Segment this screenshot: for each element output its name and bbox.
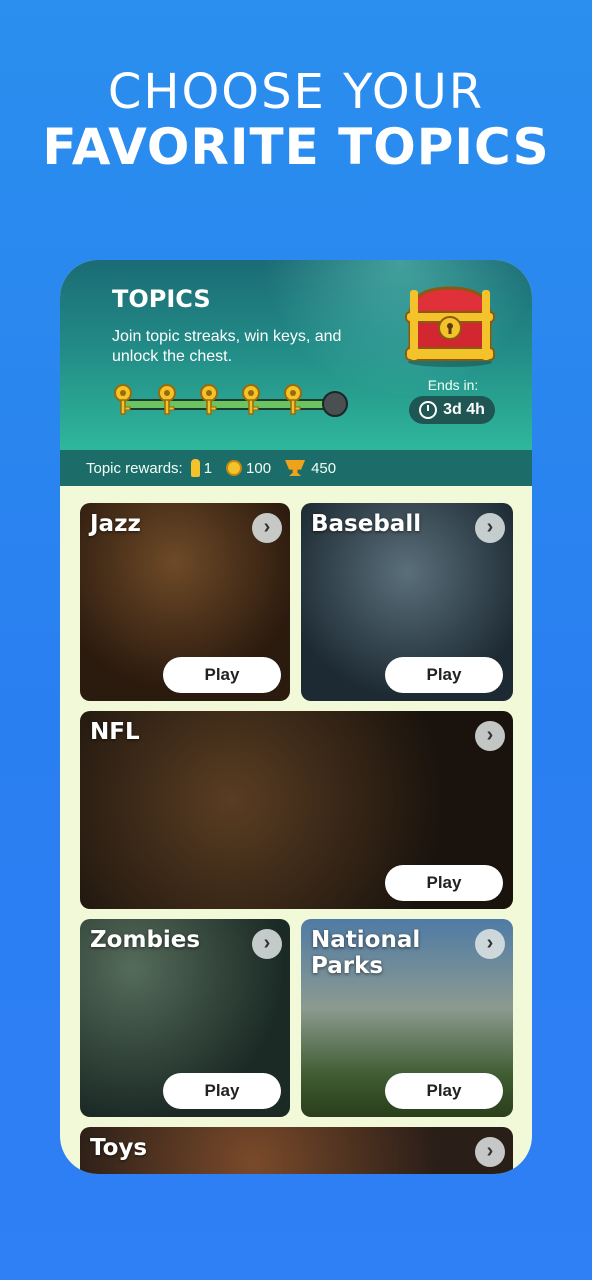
ends-in-label: Ends in: <box>427 377 479 393</box>
key-progress <box>110 384 350 418</box>
chevron-right-icon[interactable]: › <box>252 513 282 543</box>
chevron-right-icon[interactable]: › <box>475 929 505 959</box>
key-icon <box>200 384 218 415</box>
play-button-national-parks[interactable]: Play <box>385 1073 503 1109</box>
trophy-icon <box>285 460 306 476</box>
treasure-chest-icon[interactable] <box>402 282 498 368</box>
countdown-timer: 3d 4h <box>409 396 495 424</box>
play-button-zombies[interactable]: Play <box>163 1073 281 1109</box>
play-button-jazz[interactable]: Play <box>163 657 281 693</box>
topic-name: Jazz <box>90 511 141 537</box>
topic-rewards-bar: Topic rewards: 1 100 450 <box>60 450 532 486</box>
topic-card-baseball[interactable]: Baseball › Play <box>301 503 513 701</box>
progress-end-knob <box>322 391 348 417</box>
banner-title: TOPICS <box>112 285 211 313</box>
topic-card-national-parks[interactable]: National Parks › Play <box>301 919 513 1117</box>
play-button-baseball[interactable]: Play <box>385 657 503 693</box>
rewards-trophies: 450 <box>311 459 337 477</box>
banner-description: Join topic streaks, win keys, and unlock… <box>112 328 342 365</box>
chevron-right-icon[interactable]: › <box>475 513 505 543</box>
topic-name: National Parks <box>311 927 421 979</box>
key-icon <box>114 384 132 415</box>
headline-line1: CHOOSE YOUR <box>107 64 485 120</box>
topic-name: Toys <box>90 1135 148 1161</box>
topic-name: Baseball <box>311 511 422 537</box>
topic-name: Zombies <box>90 927 201 953</box>
key-icon <box>284 384 302 415</box>
rewards-label: Topic rewards: <box>86 459 183 477</box>
topic-card-toys[interactable]: Toys › <box>80 1127 513 1174</box>
topics-banner: TOPICS Join topic streaks, win keys, and… <box>60 260 532 450</box>
key-icon <box>158 384 176 415</box>
chevron-right-icon[interactable]: › <box>252 929 282 959</box>
topic-name: NFL <box>90 719 140 745</box>
phone-screen: TOPICS Join topic streaks, win keys, and… <box>60 260 532 1174</box>
rewards-keys: 1 <box>203 459 213 477</box>
clock-icon <box>419 401 438 419</box>
coin-icon <box>226 460 243 476</box>
topic-card-nfl[interactable]: NFL › Play <box>80 711 513 909</box>
chevron-right-icon[interactable]: › <box>475 1137 505 1167</box>
rewards-coins: 100 <box>246 459 272 477</box>
chevron-right-icon[interactable]: › <box>475 721 505 751</box>
topic-card-jazz[interactable]: Jazz › Play <box>80 503 290 701</box>
key-icon <box>190 459 200 477</box>
timer-value: 3d 4h <box>443 401 485 418</box>
play-button-nfl[interactable]: Play <box>385 865 503 901</box>
key-icon <box>242 384 260 415</box>
headline-line2: FAVORITE TOPICS <box>42 118 550 176</box>
topic-card-zombies[interactable]: Zombies › Play <box>80 919 290 1117</box>
